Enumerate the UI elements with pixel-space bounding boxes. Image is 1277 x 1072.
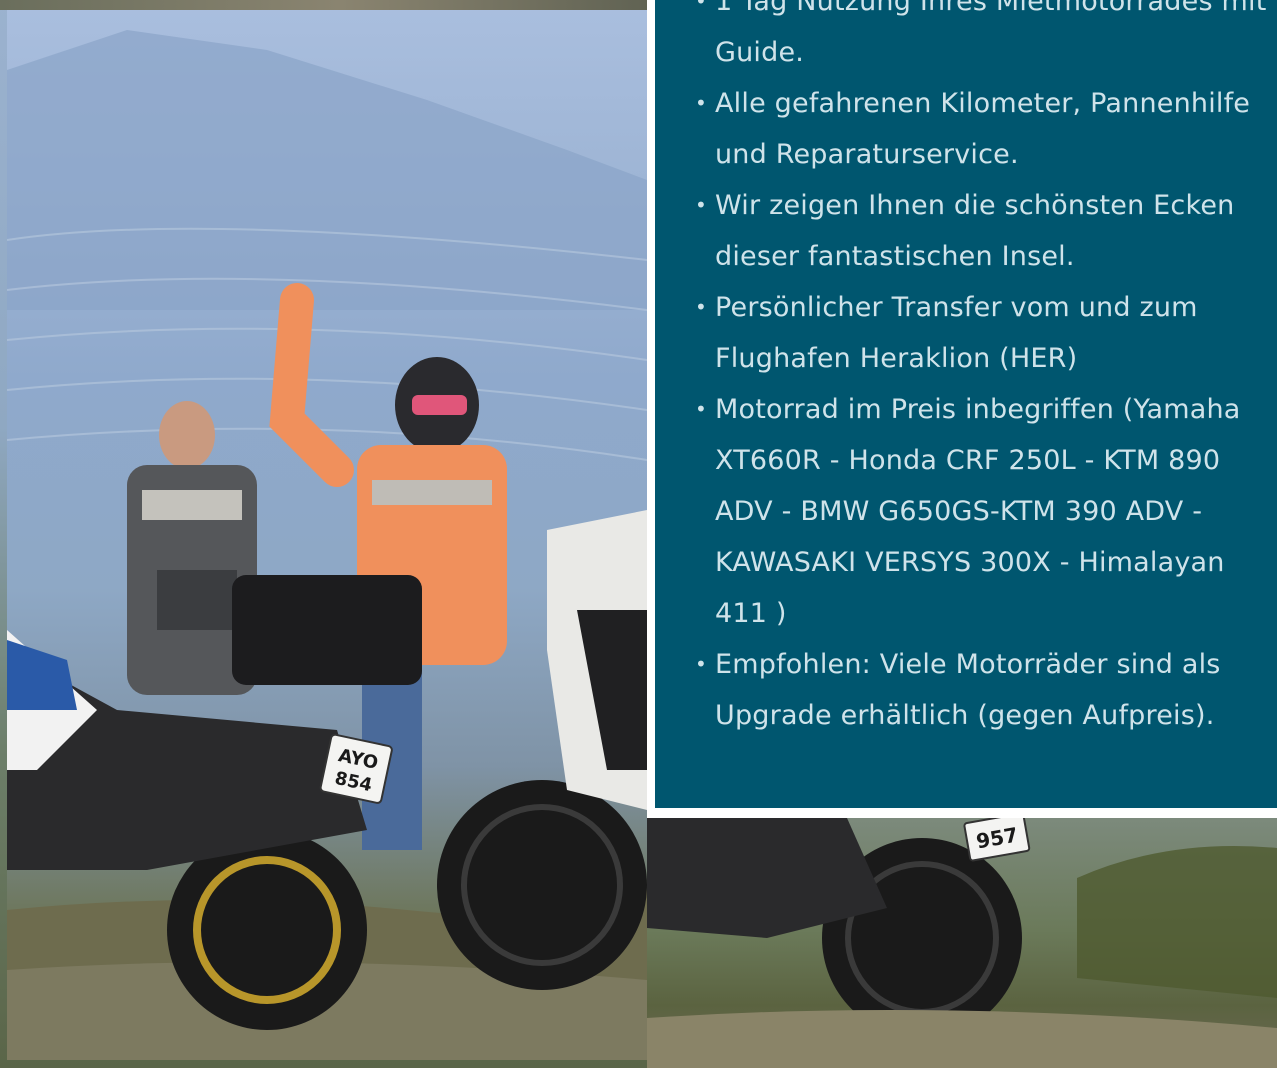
bullet-icon: • <box>695 0 707 13</box>
bullet-icon: • <box>695 397 707 421</box>
photo-illustration: AYO 854 <box>7 30 647 1060</box>
photo-top-strip <box>0 0 680 10</box>
bullet-icon: • <box>695 295 707 319</box>
feature-item: • Motorrad im Preis inbegriffen (Yamaha X… <box>687 384 1277 639</box>
tour-info-panel: • 1 Tag Nutzung Ihres Mietmotorrades mit … <box>655 0 1277 808</box>
motorcycle-tour-photo: AYO 854 <box>7 10 647 1060</box>
feature-item: • Empfohlen: Viele Motorräder sind als Up… <box>687 639 1277 741</box>
tour-info-box: • 1 Tag Nutzung Ihres Mietmotorrades mit … <box>647 0 1277 818</box>
photo-lower-right: 957 <box>647 812 1277 1068</box>
bullet-icon: • <box>695 193 707 217</box>
feature-item: • 1 Tag Nutzung Ihres Mietmotorrades mit … <box>687 0 1277 78</box>
bullet-icon: • <box>695 91 707 115</box>
feature-list: • 1 Tag Nutzung Ihres Mietmotorrades mit … <box>695 0 1277 741</box>
bullet-icon: • <box>695 652 707 676</box>
feature-item: • Wir zeigen Ihnen die schönsten Ecken di… <box>687 180 1277 282</box>
feature-item: • Persönlicher Transfer vom und zum Flugh… <box>687 282 1277 384</box>
feature-item: • Alle gefahrenen Kilometer, Pannenhilfe … <box>687 78 1277 180</box>
